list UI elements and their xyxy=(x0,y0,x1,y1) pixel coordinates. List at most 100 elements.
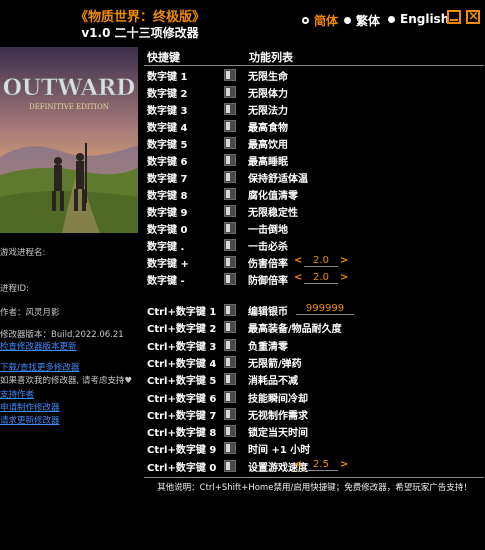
toggle-button[interactable] xyxy=(224,222,236,234)
function-label: 保持舒适体温 xyxy=(248,174,308,185)
decrease-arrow-icon[interactable]: < xyxy=(294,459,302,470)
toggle-button[interactable] xyxy=(224,154,236,166)
cheat-row: 数字键 1 无限生命 xyxy=(144,67,484,84)
toggle-button[interactable] xyxy=(224,373,236,386)
footer-divider xyxy=(144,477,484,478)
game-title: 《物质世界：终极版》 xyxy=(74,10,205,25)
hotkey-label: 数字键 7 xyxy=(147,174,188,185)
increase-arrow-icon[interactable]: > xyxy=(340,272,348,283)
cheat-row: 数字键 2 无限体力 xyxy=(144,84,484,101)
toggle-button[interactable] xyxy=(224,239,236,251)
decrease-arrow-icon[interactable]: < xyxy=(294,272,302,283)
support-text: 如果喜欢我的修改器, 请考虑支持♥ xyxy=(0,376,133,386)
hotkey-label: 数字键 2 xyxy=(147,89,188,100)
toggle-button[interactable] xyxy=(224,69,236,81)
function-label: 无限箭/弹药 xyxy=(248,358,302,370)
cheat-row: Ctrl+数字键 7 无视制作需求 xyxy=(144,406,484,423)
function-label: 无限法力 xyxy=(248,106,288,117)
hotkey-label: 数字键 3 xyxy=(147,106,188,117)
hotkey-label: Ctrl+数字键 1 xyxy=(147,307,217,318)
function-label: 时间 +1 小时 xyxy=(248,445,311,457)
toggle-button[interactable] xyxy=(224,273,236,285)
value-input[interactable]: 2.0 xyxy=(304,272,338,284)
increase-arrow-icon[interactable]: > xyxy=(340,459,348,470)
toggle-button[interactable] xyxy=(224,256,236,268)
radio-unselected-icon xyxy=(344,17,351,24)
hotkey-label: Ctrl+数字键 0 xyxy=(147,462,217,474)
cheat-row: Ctrl+数字键 0 设置游戏速度 <2.5 > xyxy=(144,458,484,475)
function-label: 一击必杀 xyxy=(248,242,288,253)
process-name-label: 游戏进程名: xyxy=(0,248,46,258)
lang-english-label: English xyxy=(400,12,450,26)
toggle-button[interactable] xyxy=(224,137,236,149)
silver-input[interactable]: 999999 xyxy=(296,303,354,315)
function-label: 消耗品不减 xyxy=(248,376,298,388)
hotkey-label: 数字键 . xyxy=(147,242,185,253)
header-divider xyxy=(144,65,484,66)
toggle-button[interactable] xyxy=(224,425,236,438)
lang-traditional-option[interactable]: 繁体 xyxy=(344,12,380,29)
toggle-button[interactable] xyxy=(224,355,236,368)
increase-arrow-icon[interactable]: > xyxy=(340,255,348,266)
function-label: 最高饮用 xyxy=(248,140,288,151)
hotkey-label: 数字键 4 xyxy=(147,123,188,134)
function-label: 技能瞬间冷却 xyxy=(248,393,308,405)
value-input[interactable]: 2.0 xyxy=(304,255,338,267)
toggle-button[interactable] xyxy=(224,442,236,455)
cheat-row: Ctrl+数字键 8 锁定当天时间 xyxy=(144,423,484,440)
download-more-link[interactable]: 下载/查找更多修改器 xyxy=(0,361,79,373)
function-label: 腐化值清零 xyxy=(248,191,298,202)
toggle-button[interactable] xyxy=(224,390,236,403)
cheat-row: Ctrl+数字键 2 最高装备/物品耐久度 xyxy=(144,319,484,336)
cheat-row: 数字键 + 伤害倍率 <2.0 > xyxy=(144,254,484,271)
function-label: 无限生命 xyxy=(248,72,288,83)
close-button[interactable]: × xyxy=(466,10,480,24)
hotkey-label: Ctrl+数字键 4 xyxy=(147,358,217,370)
cheat-row: 数字键 6 最高睡眠 xyxy=(144,152,484,169)
function-label: 最高睡眠 xyxy=(248,157,288,168)
radio-unselected-icon xyxy=(388,15,395,23)
hotkey-label: Ctrl+数字键 3 xyxy=(147,341,217,353)
function-label: 编辑银币 xyxy=(248,307,288,318)
footer-note: 其他说明：Ctrl+Shift+Home禁用/启用快捷键；免费修改器，希望玩家广… xyxy=(157,483,472,493)
decrease-arrow-icon[interactable]: < xyxy=(294,255,302,266)
hotkey-label: Ctrl+数字键 6 xyxy=(147,393,217,405)
toggle-button[interactable] xyxy=(224,205,236,217)
author-label: 作者：风灵月影 xyxy=(0,308,60,318)
cover-logo-text: OUTWARD xyxy=(3,75,135,101)
toggle-button[interactable] xyxy=(224,188,236,200)
lang-simplified-option[interactable]: 简体 xyxy=(302,12,338,29)
hotkey-label: 数字键 + xyxy=(147,259,189,270)
hotkey-label: Ctrl+数字键 5 xyxy=(147,376,217,388)
game-cover-image: OUTWARD DEFINITIVE EDITION xyxy=(0,47,138,233)
toggle-button[interactable] xyxy=(224,171,236,183)
cheat-row: Ctrl+数字键 1 编辑银币 999999 xyxy=(144,302,484,319)
hotkey-column-header: 快捷键 xyxy=(147,51,180,64)
request-update-link[interactable]: 请求更新修改器 xyxy=(0,414,60,426)
minimize-button[interactable] xyxy=(447,10,461,24)
hotkey-label: Ctrl+数字键 7 xyxy=(147,410,217,422)
function-label: 最高装备/物品耐久度 xyxy=(248,324,342,336)
value-input[interactable]: 2.5 xyxy=(304,459,338,471)
toggle-button[interactable] xyxy=(224,103,236,115)
request-trainer-link[interactable]: 申请制作修改器 xyxy=(0,401,60,413)
toggle-button[interactable] xyxy=(224,321,236,334)
cheat-row: 数字键 - 防御倍率 <2.0 > xyxy=(144,271,484,288)
toggle-button[interactable] xyxy=(224,120,236,132)
toggle-button[interactable] xyxy=(224,338,236,351)
function-label: 伤害倍率 xyxy=(248,259,288,270)
function-column-header: 功能列表 xyxy=(249,51,293,64)
toggle-button[interactable] xyxy=(224,459,236,472)
toggle-button[interactable] xyxy=(224,86,236,98)
cheat-row: Ctrl+数字键 3 负重清零 xyxy=(144,337,484,354)
support-author-link[interactable]: 支持作者 xyxy=(0,388,34,400)
function-label: 一击倒地 xyxy=(248,225,288,236)
toggle-button[interactable] xyxy=(224,304,236,316)
cheat-row: Ctrl+数字键 9 时间 +1 小时 xyxy=(144,440,484,457)
cheat-row: 数字键 . 一击必杀 xyxy=(144,237,484,254)
function-label: 锁定当天时间 xyxy=(248,428,308,440)
lang-english-option[interactable]: English xyxy=(388,12,449,26)
check-update-link[interactable]: 检查修改器版本更新 xyxy=(0,340,77,352)
toggle-button[interactable] xyxy=(224,407,236,420)
cheat-row: 数字键 0 一击倒地 xyxy=(144,220,484,237)
